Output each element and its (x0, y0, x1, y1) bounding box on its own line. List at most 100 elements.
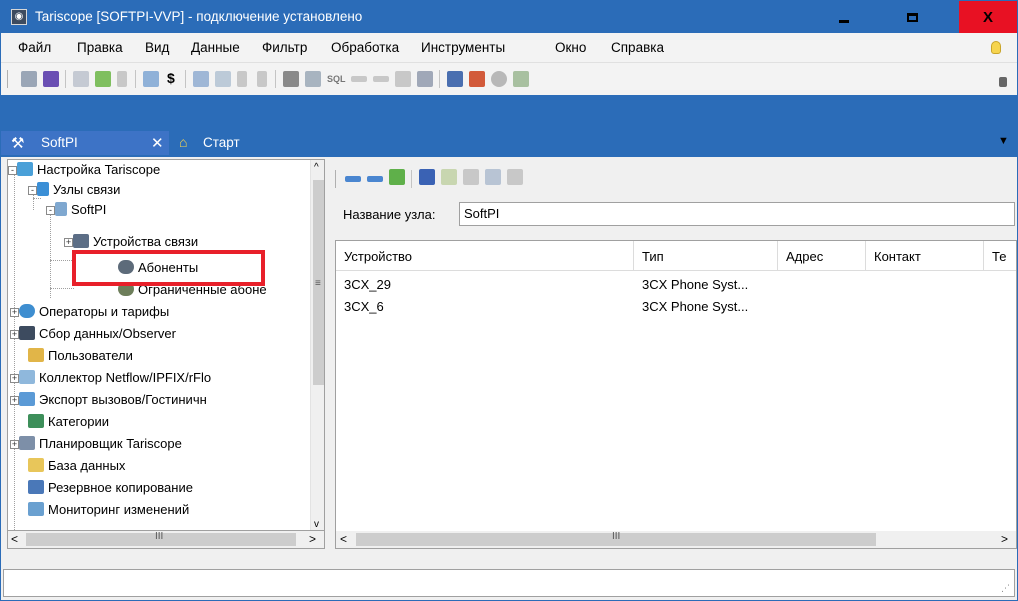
menu-view[interactable]: Вид (145, 40, 169, 55)
menu-processing[interactable]: Обработка (331, 40, 399, 55)
back-arrow-icon[interactable] (345, 176, 361, 182)
expand-icon[interactable]: + (10, 396, 19, 405)
close-button[interactable]: X (959, 1, 1017, 33)
toolbar-grip (7, 70, 8, 88)
filter-table-icon[interactable] (305, 71, 321, 87)
users-icon[interactable] (43, 71, 59, 87)
devices-grid: Устройство Тип Адрес Контакт Те 3CX_29 3… (335, 240, 1017, 532)
tree-node-categories[interactable]: Категории (28, 414, 109, 434)
highlight-box (72, 250, 265, 286)
expand-icon[interactable]: - (8, 166, 17, 175)
tree-vertical-scrollbar[interactable]: ^ ≡ v (310, 160, 324, 530)
first-record-icon[interactable] (237, 71, 247, 87)
column-header-more[interactable]: Те (984, 241, 1016, 271)
expand-icon[interactable]: + (10, 330, 19, 339)
properties-icon[interactable] (485, 169, 501, 185)
categories-icon (28, 414, 44, 428)
delete-icon[interactable] (507, 169, 523, 185)
lightbulb-icon[interactable] (991, 41, 1001, 54)
new-record-icon[interactable] (215, 71, 231, 87)
tree-node-users[interactable]: Пользователи (28, 348, 133, 368)
node-name-field[interactable]: SoftPI (459, 202, 1015, 226)
database-icon (28, 458, 44, 472)
tariscope-app-icon[interactable]: ◉ (11, 9, 27, 25)
home-icon: ⌂ (179, 134, 188, 150)
column-header-device[interactable]: Устройство (336, 241, 634, 271)
tree-horizontal-scrollbar[interactable]: < III > (7, 531, 325, 549)
menu-help[interactable]: Справка (611, 40, 664, 55)
minimize-button[interactable] (821, 1, 867, 33)
refresh-icon[interactable] (95, 71, 111, 87)
edit-icon[interactable] (463, 169, 479, 185)
tree-node-backup[interactable]: Резервное копирование (28, 480, 193, 500)
scroll-down-icon[interactable]: v (314, 519, 319, 530)
tab-softpi-label: SoftPI (41, 135, 78, 150)
tree-node-database[interactable]: База данных (28, 458, 125, 478)
tree-node-root[interactable]: - Настройка Tariscope (8, 162, 160, 182)
column-header-type[interactable]: Тип (634, 241, 778, 271)
sql-icon[interactable]: SQL (327, 74, 346, 84)
maximize-icon (906, 12, 918, 22)
collapse-icon[interactable]: - (28, 186, 37, 195)
scroll-right-icon[interactable]: > (309, 532, 316, 546)
tree-node-monitoring[interactable]: Мониторинг изменений (28, 502, 189, 522)
clear-filter-icon[interactable] (395, 71, 411, 87)
tree-node-export[interactable]: + Экспорт вызовов/Гостиничн (10, 392, 207, 412)
scroll-up-icon[interactable]: ^ (314, 162, 319, 173)
scroll-left-icon[interactable]: < (340, 532, 347, 546)
column-header-contact[interactable]: Контакт (866, 241, 984, 271)
stop-icon[interactable] (257, 71, 267, 87)
menu-file[interactable]: Файл (18, 40, 51, 55)
expand-icon[interactable]: + (10, 374, 19, 383)
sort-icon[interactable] (417, 71, 433, 87)
add-icon[interactable] (441, 169, 457, 185)
tree-node-data-collection[interactable]: + Сбор данных/Observer (10, 326, 176, 346)
menu-tools[interactable]: Инструменты (421, 40, 505, 55)
cell-type: 3CX Phone Syst... (642, 277, 749, 292)
node-detail-panel: Название узла: SoftPI Устройство Тип Адр… (329, 159, 1017, 549)
play-icon[interactable] (117, 71, 127, 87)
tree-node-softpi[interactable]: - SoftPI (46, 202, 106, 222)
tab-list-dropdown-icon[interactable]: ▼ (998, 135, 1009, 147)
menu-edit[interactable]: Правка (77, 40, 123, 55)
menu-window[interactable]: Окно (555, 40, 586, 55)
tariff-icon[interactable]: $ (167, 70, 175, 86)
expand-icon[interactable]: + (64, 238, 73, 247)
filter-icon[interactable] (283, 71, 299, 87)
collapse-icon[interactable]: - (46, 206, 55, 215)
scroll-left-icon[interactable]: < (11, 532, 18, 546)
chart-icon[interactable] (469, 71, 485, 87)
expand-icon[interactable]: + (10, 308, 19, 317)
scroll-right-icon[interactable]: > (1001, 532, 1008, 546)
refresh-icon[interactable] (389, 169, 405, 185)
import-icon[interactable] (143, 71, 159, 87)
maximize-button[interactable] (889, 1, 935, 33)
tree-node-netflow[interactable]: + Коллектор Netflow/IPFIX/rFlo (10, 370, 211, 390)
menu-data[interactable]: Данные (191, 40, 240, 55)
forward-arrow-icon[interactable] (373, 76, 389, 82)
key-icon (28, 348, 44, 362)
observer-icon (19, 326, 35, 340)
tree-node-operators[interactable]: + Операторы и тарифы (10, 304, 169, 324)
tab-softpi[interactable]: ⚒ SoftPI ✕ (1, 131, 169, 155)
back-arrow-icon[interactable] (351, 76, 367, 82)
save-icon[interactable] (419, 169, 435, 185)
column-header-address[interactable]: Адрес (778, 241, 866, 271)
print-icon[interactable] (21, 71, 37, 87)
export-calls-icon (19, 392, 35, 406)
export-icon[interactable] (513, 71, 529, 87)
resize-grip-icon[interactable]: ⋰ (1001, 583, 1010, 594)
tab-start[interactable]: ⌂ Старт (173, 131, 283, 155)
pie-chart-icon[interactable] (491, 71, 507, 87)
tab-close-icon[interactable]: ✕ (151, 134, 164, 152)
tree-node-link-nodes[interactable]: - Узлы связи (28, 182, 120, 202)
table-icon[interactable] (193, 71, 209, 87)
save-icon[interactable] (73, 71, 89, 87)
report-icon[interactable] (447, 71, 463, 87)
menu-filter[interactable]: Фильтр (262, 40, 307, 55)
expand-icon[interactable]: + (10, 440, 19, 449)
forward-arrow-icon[interactable] (367, 176, 383, 182)
tree-node-scheduler[interactable]: + Планировщик Tariscope (10, 436, 182, 456)
grid-horizontal-scrollbar[interactable]: < III > (335, 531, 1017, 549)
toolbar-overflow-icon[interactable] (999, 77, 1007, 87)
